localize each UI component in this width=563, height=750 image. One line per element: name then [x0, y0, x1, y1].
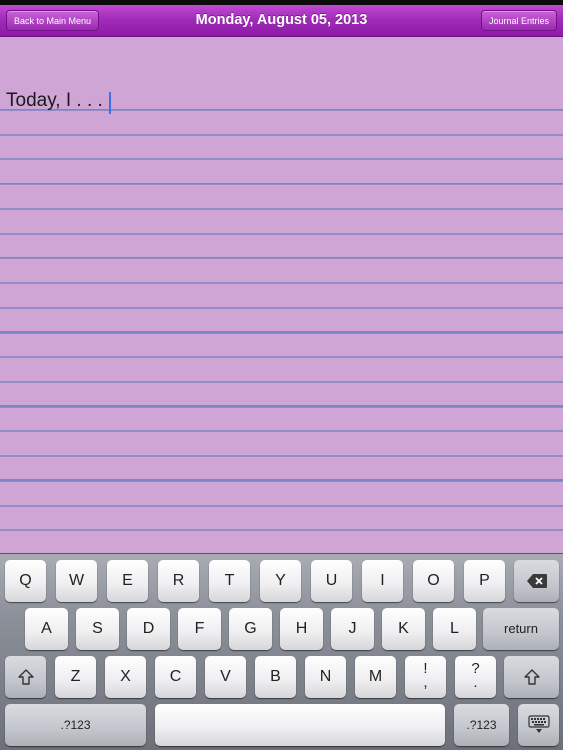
key-y[interactable]: Y — [260, 560, 301, 602]
key-a[interactable]: A — [25, 608, 68, 650]
key-exclaim-top: ! — [423, 660, 428, 677]
delete-key[interactable] — [514, 560, 559, 602]
key-c[interactable]: C — [155, 656, 196, 698]
key-e[interactable]: E — [107, 560, 148, 602]
journal-app: Back to Main Menu Monday, August 05, 201… — [0, 0, 563, 750]
key-g[interactable]: G — [229, 608, 272, 650]
on-screen-keyboard: Q W E R T Y U I O P A S D F G H J K L re… — [0, 553, 563, 750]
key-exclaim-bottom: , — [423, 674, 428, 691]
key-q[interactable]: Q — [5, 560, 46, 602]
key-question-bottom: . — [473, 674, 478, 691]
key-l[interactable]: L — [433, 608, 476, 650]
key-b[interactable]: B — [255, 656, 296, 698]
key-j[interactable]: J — [331, 608, 374, 650]
right-shift-key[interactable] — [504, 656, 559, 698]
key-n[interactable]: N — [305, 656, 346, 698]
return-key[interactable]: return — [483, 608, 559, 650]
key-i[interactable]: I — [362, 560, 403, 602]
key-m[interactable]: M — [355, 656, 396, 698]
shift-arrow-icon — [17, 669, 34, 685]
hide-keyboard-key[interactable] — [518, 704, 559, 746]
key-exclaim-comma[interactable]: ! , — [405, 656, 446, 698]
keyboard-hide-icon — [527, 715, 550, 733]
key-question-period[interactable]: ? . — [455, 656, 496, 698]
space-bar[interactable] — [155, 704, 445, 746]
backspace-icon — [526, 573, 547, 588]
ruled-lines — [0, 109, 563, 531]
key-v[interactable]: V — [205, 656, 246, 698]
key-z[interactable]: Z — [55, 656, 96, 698]
journal-entry-text: Today, I . . . — [6, 90, 103, 111]
key-question-top: ? — [471, 660, 480, 677]
numbers-key-left[interactable]: .?123 — [5, 704, 146, 746]
left-shift-key[interactable] — [5, 656, 46, 698]
numbers-key-right[interactable]: .?123 — [454, 704, 509, 746]
key-x[interactable]: X — [105, 656, 146, 698]
key-w[interactable]: W — [56, 560, 97, 602]
key-s[interactable]: S — [76, 608, 119, 650]
key-p[interactable]: P — [464, 560, 505, 602]
key-t[interactable]: T — [209, 560, 250, 602]
navigation-bar: Back to Main Menu Monday, August 05, 201… — [0, 5, 563, 37]
key-f[interactable]: F — [178, 608, 221, 650]
shift-arrow-icon — [523, 669, 540, 685]
journal-text-area[interactable]: Today, I . . . — [0, 37, 563, 553]
key-r[interactable]: R — [158, 560, 199, 602]
key-k[interactable]: K — [382, 608, 425, 650]
back-to-main-menu-button[interactable]: Back to Main Menu — [6, 10, 100, 31]
key-u[interactable]: U — [311, 560, 352, 602]
key-h[interactable]: H — [280, 608, 323, 650]
key-d[interactable]: D — [127, 608, 170, 650]
key-o[interactable]: O — [413, 560, 454, 602]
text-cursor — [109, 92, 111, 114]
journal-entries-button[interactable]: Journal Entries — [480, 10, 557, 31]
